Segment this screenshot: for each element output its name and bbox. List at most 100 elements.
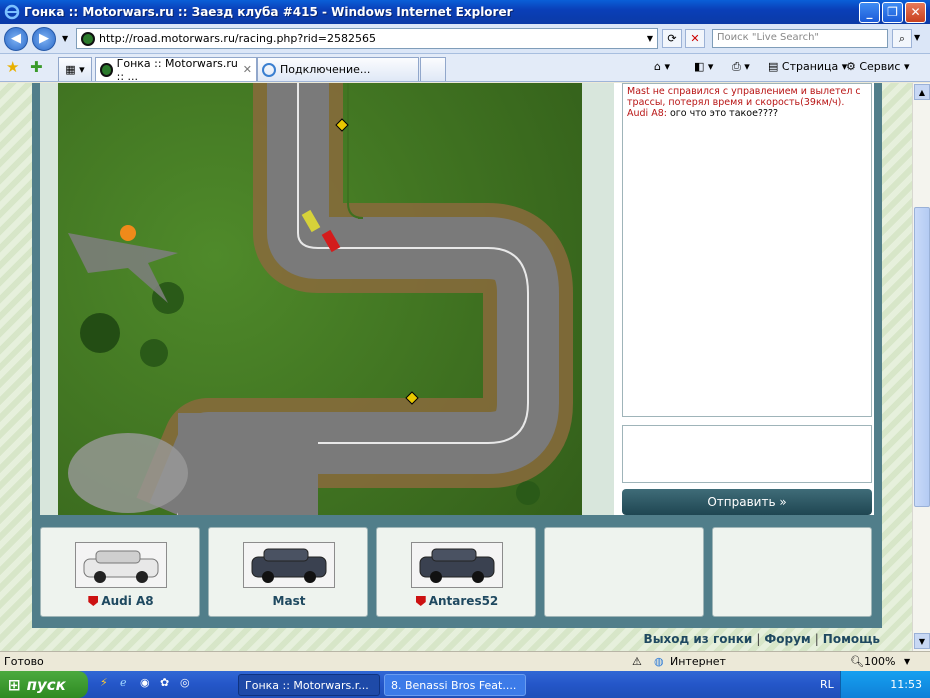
refresh-button[interactable]: ⟳ <box>662 29 682 48</box>
search-input[interactable]: Поиск "Live Search" <box>712 29 888 48</box>
loading-tab-icon <box>262 62 276 77</box>
search-button[interactable]: ⌕ <box>892 29 912 48</box>
scroll-down-arrow[interactable]: ▼ <box>914 633 930 649</box>
page-menu-label: Страница <box>781 60 839 73</box>
window-title: Гонка :: Motorwars.ru :: Заезд клуба #41… <box>24 5 513 19</box>
tools-menu-label: Сервис <box>859 60 901 73</box>
empty-player-slot <box>544 527 704 617</box>
tab-bar: ★ ✚ ▦ ▾ Гонка :: Motorwars.ru :: ... ✕ П… <box>0 54 930 83</box>
taskbar: ⊞ пуск ⚡ ℯ ◉ ✿ ◎ Гонка :: Motorwars.r... … <box>0 671 930 698</box>
home-icon[interactable]: ⌂ ▾ <box>654 60 670 73</box>
racing-area: Mast не справился с управлением и вылете… <box>40 83 874 515</box>
new-tab-button[interactable] <box>420 57 446 81</box>
address-dropdown-icon[interactable]: ▼ <box>647 34 653 43</box>
popup-blocker-icon[interactable]: ⚠ <box>632 655 642 668</box>
car-image <box>243 542 335 588</box>
status-text: Готово <box>4 655 44 668</box>
windows-logo-icon: ⊞ <box>8 675 21 694</box>
player-name: Audi A8 <box>41 594 201 608</box>
exit-race-link[interactable]: Выход из гонки <box>644 632 753 646</box>
quick-tabs-button[interactable]: ▦ ▾ <box>58 57 92 81</box>
player-card[interactable]: Antares52 <box>376 527 536 617</box>
address-toolbar: ◀ ▶ ▼ http://road.motorwars.ru/racing.ph… <box>0 24 930 54</box>
player-name-text: Mast <box>272 594 306 608</box>
taskbar-item-label: Гонка :: Motorwars.r... <box>245 678 369 692</box>
site-favicon-icon <box>81 31 95 46</box>
ie-quicklaunch-icon[interactable]: ℯ <box>120 676 127 689</box>
race-track-graphic <box>68 83 573 515</box>
zoom-dropdown-icon[interactable]: ▼ <box>904 657 910 666</box>
footer-links: Выход из гонки | Форум | Помощь <box>643 632 880 646</box>
desktop-quicklaunch-icon[interactable]: ◎ <box>180 676 190 689</box>
language-indicator[interactable]: RL <box>820 678 834 691</box>
send-button[interactable]: Отправить » <box>622 489 872 515</box>
close-window-button[interactable]: ✕ <box>905 1 926 23</box>
maximize-button[interactable]: ❐ <box>882 1 903 23</box>
chat-nick: Audi A8: <box>627 108 667 119</box>
tab-connecting-label: Подключение... <box>280 63 371 76</box>
internet-zone-icon: ◍ <box>654 655 664 668</box>
print-icon[interactable]: ⎙ ▾ <box>732 60 750 74</box>
chat-message: Audi A8: ого что это такое???? <box>627 108 867 119</box>
status-bar: Готово ⚠ ◍ Интернет 🔍︎ 100% ▼ <box>0 651 930 671</box>
empty-player-slot <box>712 527 872 617</box>
chat-log: Mast не справился с управлением и вылете… <box>622 83 872 417</box>
chat-panel: Mast не справился с управлением и вылете… <box>608 83 874 515</box>
scroll-up-arrow[interactable]: ▲ <box>914 84 930 100</box>
media-quicklaunch-icon[interactable]: ◉ <box>140 676 150 689</box>
player-name: Mast <box>209 594 369 608</box>
back-button[interactable]: ◀ <box>4 26 28 51</box>
history-dropdown-icon[interactable]: ▼ <box>62 34 68 43</box>
quicklaunch-icon[interactable]: ⚡ <box>100 676 108 689</box>
zone-label: Интернет <box>670 655 726 668</box>
car-image <box>411 542 503 588</box>
club-badge-icon <box>415 596 426 606</box>
tab-racing-label: Гонка :: Motorwars.ru :: ... <box>116 56 238 83</box>
zoom-icon[interactable]: 🔍︎ <box>850 655 864 668</box>
chat-text: ого что это такое???? <box>669 108 779 119</box>
player-cards: Audi A8 Mast Antares52 <box>40 527 874 619</box>
start-label: пуск <box>26 675 66 694</box>
add-favorites-icon[interactable]: ✚ <box>30 58 43 76</box>
car-image <box>75 542 167 588</box>
taskbar-item-label: 8. Benassi Bros Feat.... <box>391 678 517 692</box>
flower-quicklaunch-icon[interactable]: ✿ <box>160 676 169 689</box>
taskbar-item-ie[interactable]: Гонка :: Motorwars.r... <box>238 674 380 696</box>
tray-clock[interactable]: 11:53 <box>890 678 922 691</box>
stop-button[interactable]: ✕ <box>685 29 705 48</box>
help-link[interactable]: Помощь <box>823 632 880 646</box>
player-name-text: Antares52 <box>428 594 499 608</box>
race-track-canvas[interactable] <box>58 83 582 515</box>
player-card[interactable]: Mast <box>208 527 368 617</box>
favorites-star-icon[interactable]: ★ <box>6 58 19 76</box>
search-options-icon[interactable]: ▼ <box>914 33 920 42</box>
taskbar-item-music[interactable]: 8. Benassi Bros Feat.... <box>384 674 526 696</box>
zoom-level[interactable]: 100% <box>864 655 895 668</box>
racing-frame: Mast не справился с управлением и вылете… <box>32 83 882 628</box>
window-titlebar: Гонка :: Motorwars.ru :: Заезд клуба #41… <box>0 0 930 24</box>
vertical-scrollbar[interactable]: ▲ ▼ <box>912 83 930 651</box>
system-tray: 11:53 <box>840 671 930 698</box>
site-tab-icon <box>100 62 113 77</box>
player-name: Antares52 <box>377 594 537 608</box>
close-tab-icon[interactable]: ✕ <box>243 63 252 76</box>
ie-icon <box>4 4 20 20</box>
player-name-text: Audi A8 <box>101 594 154 608</box>
chat-input[interactable] <box>622 425 872 483</box>
chat-system-message: Mast не справился с управлением и вылете… <box>627 86 861 108</box>
page-menu[interactable]: ▤ Страница ▾ <box>768 60 847 73</box>
feeds-icon[interactable]: ◧ ▾ <box>694 60 713 73</box>
address-bar[interactable]: http://road.motorwars.ru/racing.php?rid=… <box>76 28 658 49</box>
minimize-button[interactable]: _ <box>859 1 880 23</box>
club-badge-icon <box>88 596 99 606</box>
tools-menu[interactable]: ⚙ Сервис ▾ <box>846 60 910 73</box>
tab-connecting[interactable]: Подключение... <box>257 57 419 81</box>
page-content: Mast не справился с управлением и вылете… <box>0 83 912 651</box>
scroll-thumb[interactable] <box>914 207 930 507</box>
address-input[interactable]: http://road.motorwars.ru/racing.php?rid=… <box>99 32 376 45</box>
start-button[interactable]: ⊞ пуск <box>0 671 88 698</box>
tab-racing[interactable]: Гонка :: Motorwars.ru :: ... ✕ <box>95 56 257 83</box>
forum-link[interactable]: Форум <box>764 632 810 646</box>
forward-button[interactable]: ▶ <box>32 26 56 51</box>
player-card[interactable]: Audi A8 <box>40 527 200 617</box>
